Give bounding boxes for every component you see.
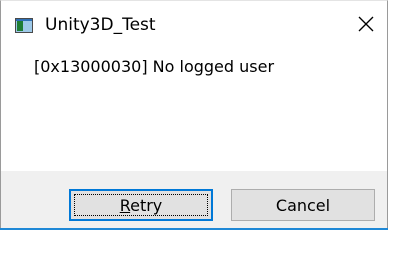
bottom-accent-line: [0, 228, 388, 230]
focus-ring: [74, 194, 208, 216]
button-bar: Retry Cancel: [1, 171, 387, 229]
error-message: [0x13000030] No logged user: [34, 57, 275, 76]
cancel-button-label: Cancel: [275, 195, 331, 215]
retry-button[interactable]: Retry: [69, 189, 213, 221]
cancel-button[interactable]: Cancel: [231, 189, 375, 221]
close-button[interactable]: [353, 11, 379, 37]
window-title: Unity3D_Test: [45, 15, 156, 35]
close-icon: [358, 16, 374, 32]
message-box-dialog: Unity3D_Test [0x13000030] No logged user…: [0, 0, 388, 229]
application-icon: [15, 18, 33, 33]
title-bar[interactable]: Unity3D_Test: [1, 1, 387, 53]
